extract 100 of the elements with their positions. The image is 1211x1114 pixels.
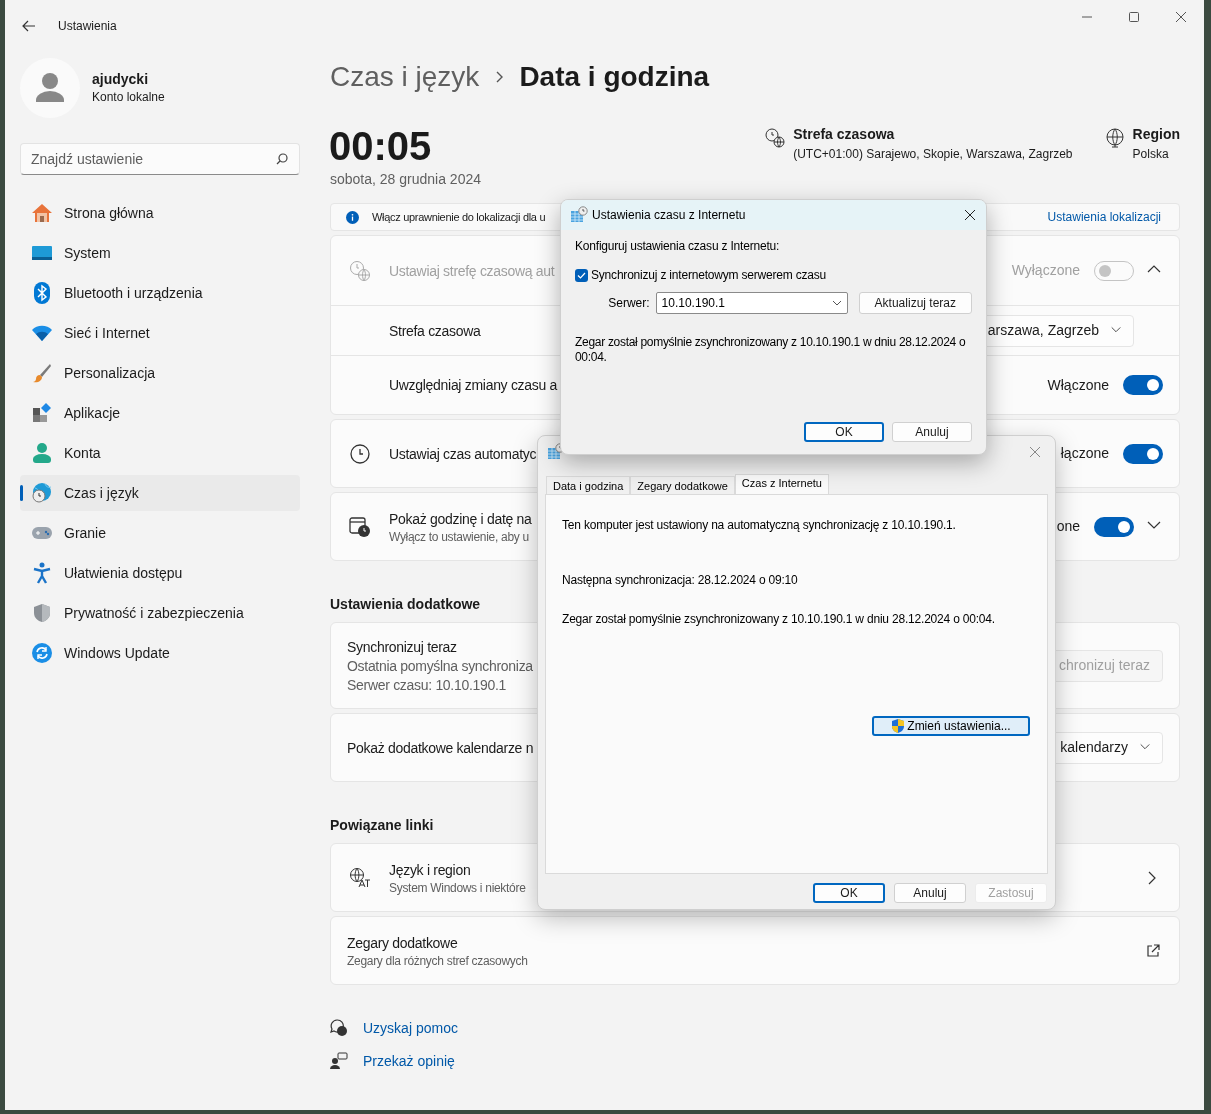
calendar-clock-icon (349, 515, 371, 538)
chevron-icon (494, 71, 505, 83)
info-value: (UTC+01:00) Sarajewo, Skopie, Warszawa, Zagrzeb (793, 146, 1073, 163)
calendar-clock-icon (570, 206, 588, 224)
search-icon (276, 153, 288, 165)
shield-icon (33, 603, 51, 623)
dialog-title: Ustawienia czasu z Internetu (592, 207, 746, 224)
nav-item[interactable]: Czas i język (20, 475, 300, 511)
back-icon[interactable] (22, 20, 36, 32)
nav-item[interactable]: Konta (20, 435, 300, 471)
nav-item[interactable]: Bluetooth i urządzenia (20, 275, 300, 311)
shield-icon (891, 718, 906, 734)
setting-subtitle: Zegary dla różnych stref czasowych (347, 952, 528, 969)
server-combobox[interactable]: 10.10.190.1 (655, 292, 848, 314)
nav-item[interactable]: Sieć i Internet (20, 315, 300, 351)
help-icon (330, 1019, 348, 1037)
setting-title: Ustawiaj czas automatyc (389, 444, 537, 464)
toggle-switch[interactable] (1123, 375, 1163, 395)
info-title: Region (1132, 125, 1180, 144)
checkbox-label: Synchronizuj z internetowym serwerem czasu (591, 267, 827, 284)
checkbox[interactable] (575, 268, 588, 282)
close-icon[interactable] (1175, 11, 1187, 23)
external-link-icon (1146, 943, 1160, 958)
setting-title: Pokaż dodatkowe kalendarze n (347, 738, 534, 758)
language-icon (349, 866, 371, 889)
brush-icon (32, 363, 52, 383)
nav-item[interactable]: Personalizacja (20, 355, 300, 391)
dialog-text: Zegar został pomyślnie zsynchronizowany z 10.10.190.1 w dniu 28.12.2024 o 00:04. (562, 611, 996, 627)
toggle-state: Włączone (1047, 375, 1109, 395)
toggle-state: Wyłączone (1011, 261, 1080, 280)
info-title: Strefa czasowa (793, 125, 896, 144)
update-now-button[interactable]: Aktualizuj teraz (858, 292, 972, 314)
nav-item[interactable]: Granie (20, 515, 300, 551)
user-name: ajudycki (92, 70, 150, 88)
toggle-switch[interactable] (1123, 443, 1163, 464)
toggle-switch[interactable] (1094, 516, 1134, 537)
dialog-text: Następna synchronizacja: 28.12.2024 o 09:10 (562, 572, 799, 588)
globe-clock-icon (31, 482, 53, 504)
timezone-icon (765, 128, 786, 148)
avatar-icon (20, 58, 80, 118)
setting-detail: Serwer czasu: 10.10.190.1 (347, 675, 508, 695)
setting-detail: Ostatnia pomyślna synchroniza (347, 656, 533, 676)
close-icon[interactable] (964, 209, 976, 221)
dialog-tab[interactable]: Zegary dodatkowe (630, 476, 735, 494)
setting-title: Zegary dodatkowe (347, 933, 459, 953)
section-heading: Powiązane linki (330, 816, 435, 835)
section-heading: Ustawienia dodatkowe (330, 595, 482, 614)
setting-title: Pokaż godzinę i datę na (389, 509, 532, 529)
info-text: Włącz uprawnienie do lokalizacji dla u (372, 209, 546, 225)
apps-icon (32, 403, 52, 423)
nav-item[interactable]: Windows Update (20, 635, 300, 671)
change-settings-button[interactable]: Zmień ustawienia... (872, 716, 1030, 736)
timezone-icon (349, 259, 371, 282)
sync-icon (32, 643, 52, 663)
dialog-button[interactable]: OK (804, 422, 884, 442)
dialog-text: Ten komputer jest ustawiony na automatyczną synchronizację z 10.10.190.1. (562, 517, 957, 533)
setting-title: Uwzględniaj zmiany czasu a (389, 376, 558, 395)
account-type: Konto lokalne (92, 89, 165, 106)
nav-item[interactable]: Ułatwienia dostępu (20, 555, 300, 591)
setting-title: Synchronizuj teraz (347, 637, 458, 657)
globe-icon (1104, 128, 1125, 148)
dialog-button[interactable]: OK (813, 883, 885, 903)
feedback-icon (330, 1052, 348, 1070)
clock-time: 00:05 (329, 124, 433, 168)
breadcrumb-link[interactable]: Czas i język (330, 56, 480, 98)
dialog-tab[interactable]: Data i godzina (546, 476, 631, 494)
nav-item[interactable]: Prywatność i zabezpieczenia (20, 595, 300, 631)
home-icon (31, 203, 53, 223)
toggle-state: łączone (1060, 444, 1109, 463)
help-link[interactable]: Przekaż opinię (363, 1050, 455, 1072)
person-icon (33, 443, 51, 463)
dialog-heading: Konfiguruj ustawienia czasu z Internetu: (575, 238, 781, 254)
toggle-state: one (1056, 517, 1080, 536)
clock-date: sobota, 28 grudnia 2024 (330, 170, 481, 188)
nav-item[interactable]: System (20, 235, 300, 271)
dialog-tab[interactable]: Czas z Internetu (734, 474, 829, 494)
maximize-icon[interactable] (1128, 11, 1140, 23)
setting-title: Strefa czasowa (389, 321, 481, 341)
wifi-icon (31, 325, 53, 341)
gamepad-icon (31, 525, 53, 541)
nav-item[interactable]: Aplikacje (20, 395, 300, 431)
clock-icon (350, 443, 370, 464)
page-title: Data i godzina (519, 60, 710, 94)
chevron-icon (831, 300, 842, 306)
setting-title: Ustawiaj strefę czasową aut (389, 261, 555, 281)
setting-subtitle: System Windows i niektóre (389, 879, 526, 896)
accessibility-icon (33, 562, 51, 584)
setting-title: Język i region (389, 860, 472, 880)
field-label: Serwer: (607, 295, 650, 312)
dialog-button[interactable]: Anuluj (892, 422, 972, 442)
help-link[interactable]: Uzyskaj pomoc (363, 1017, 458, 1039)
location-settings-link[interactable]: Ustawienia lokalizacji (1047, 208, 1161, 226)
dialog-button[interactable]: Anuluj (894, 883, 966, 903)
monitor-icon (31, 245, 53, 261)
bluetooth-icon (34, 282, 50, 304)
info-icon (346, 210, 359, 224)
nav-item[interactable]: Strona główna (20, 195, 300, 231)
search-field[interactable]: Znajdź ustawienie (20, 143, 300, 175)
setting-subtitle: Wyłącz to ustawienie, aby u (389, 528, 530, 545)
window-title: Ustawienia (58, 18, 117, 35)
